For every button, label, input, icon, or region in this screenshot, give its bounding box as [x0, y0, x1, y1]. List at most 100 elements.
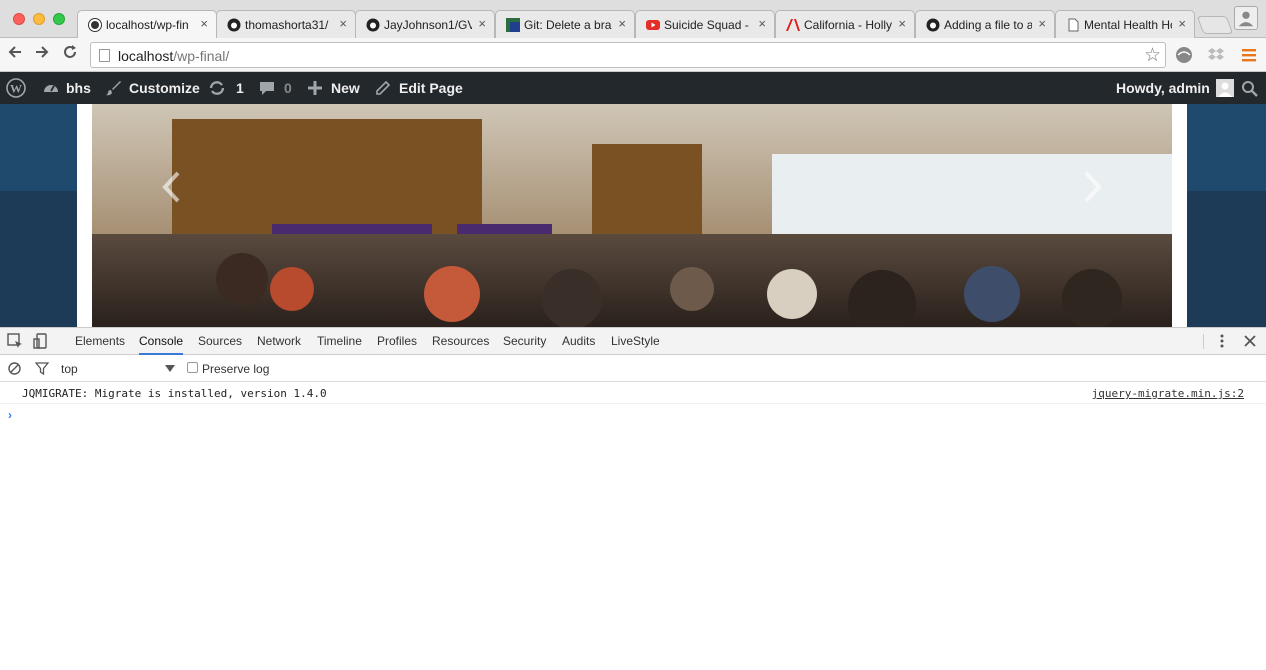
tab-close-icon[interactable]: ×	[339, 16, 347, 31]
arrow-left-icon	[8, 46, 21, 58]
browser-tab-4[interactable]: Git: Delete a bra ×	[495, 10, 635, 38]
devtools-tab-security[interactable]: Security	[503, 328, 546, 355]
adobe-icon	[786, 19, 800, 31]
browser-tab-1[interactable]: localhost/wp-fin ×	[77, 10, 217, 39]
window-minimize-button[interactable]	[33, 13, 45, 25]
inspect-element-icon[interactable]	[7, 333, 23, 349]
devtools-tab-profiles[interactable]: Profiles	[377, 328, 417, 355]
svg-text:W: W	[10, 82, 22, 96]
carousel-prev-button[interactable]	[160, 170, 182, 213]
person-icon	[1238, 11, 1254, 27]
paintbrush-icon	[106, 81, 121, 96]
devtools-tab-timeline[interactable]: Timeline	[317, 328, 362, 355]
browser-tab-8[interactable]: Mental Health Ho ×	[1055, 10, 1195, 38]
new-content-menu[interactable]: New	[307, 72, 360, 104]
devtools-tab-audits[interactable]: Audits	[562, 328, 595, 355]
reload-button[interactable]	[62, 44, 78, 65]
extension-globe-icon[interactable]	[1175, 46, 1193, 64]
devtools-tab-console[interactable]: Console	[139, 328, 184, 355]
new-tab-button[interactable]	[1196, 16, 1234, 34]
comments-link[interactable]: 0	[258, 72, 292, 104]
window-maximize-button[interactable]	[53, 13, 65, 25]
menu-icon[interactable]	[1240, 46, 1258, 64]
tab-close-icon[interactable]: ×	[200, 16, 208, 31]
filter-funnel-icon[interactable]	[35, 362, 49, 375]
tab-close-icon[interactable]: ×	[1038, 16, 1046, 31]
console-prompt[interactable]: ›	[8, 408, 12, 422]
devtools-tab-resources[interactable]: Resources	[432, 328, 489, 355]
carousel-next-button[interactable]	[1082, 170, 1104, 213]
browser-tab-6[interactable]: California - Holly ×	[775, 10, 915, 38]
tab-close-icon[interactable]: ×	[478, 16, 486, 31]
new-label: New	[331, 80, 360, 96]
dropdown-triangle-icon[interactable]	[165, 365, 175, 372]
dropbox-icon[interactable]	[1207, 46, 1225, 64]
devtools-tab-network[interactable]: Network	[257, 328, 301, 355]
browser-tab-2[interactable]: thomashorta31/ ×	[216, 10, 356, 38]
wp-logo-menu[interactable]: W	[6, 72, 26, 104]
context-select[interactable]: top	[61, 362, 78, 376]
page-icon	[1068, 18, 1079, 32]
console-message: JQMIGRATE: Migrate is installed, version…	[0, 382, 1266, 404]
devtools-tab-livestyle[interactable]: LiveStyle	[611, 328, 660, 355]
my-account-menu[interactable]: Howdy, admin	[1116, 72, 1234, 104]
comments-count: 0	[284, 80, 292, 96]
tab-title: Suicide Squad -	[664, 18, 749, 32]
arrow-right-icon	[36, 46, 49, 58]
tab-close-icon[interactable]: ×	[898, 16, 906, 31]
updates-count: 1	[236, 80, 244, 96]
browser-tab-strip: localhost/wp-fin × thomashorta31/ × JayJ…	[0, 0, 1266, 39]
address-bar[interactable]: localhost/wp-final/ ☆	[90, 42, 1166, 68]
close-devtools-icon[interactable]	[1242, 333, 1258, 349]
wordpress-logo-icon: W	[6, 78, 26, 98]
devtools-tab-sources[interactable]: Sources	[198, 328, 242, 355]
browser-tab-5[interactable]: Suicide Squad - ×	[635, 10, 775, 38]
console-message-source-link[interactable]: jquery-migrate.min.js:2	[1092, 387, 1244, 400]
github-icon	[366, 18, 380, 32]
github-icon	[926, 18, 940, 32]
youtube-icon	[646, 20, 660, 30]
page-icon	[99, 49, 110, 62]
preserve-log-checkbox[interactable]	[187, 362, 198, 373]
customize-link[interactable]: Customize	[105, 72, 200, 104]
edit-page-link[interactable]: Edit Page	[375, 72, 463, 104]
more-options-icon[interactable]	[1214, 333, 1230, 349]
wordpress-icon	[88, 18, 102, 32]
admin-bar-search[interactable]	[1241, 72, 1258, 104]
wp-admin-bar: W bhs Customize 1 0 New Edit Page Howdy,…	[0, 72, 1266, 104]
tab-title: Git: Delete a bra	[524, 18, 612, 32]
url-host: localhost	[118, 48, 174, 64]
updates-refresh-icon	[209, 81, 225, 95]
plus-icon	[308, 81, 322, 95]
address-url[interactable]: localhost/wp-final/	[118, 48, 229, 64]
devtools-tab-bar: Elements Console Sources Network Timelin…	[0, 328, 1266, 355]
chevron-right-icon	[1084, 171, 1102, 203]
tab-close-icon[interactable]: ×	[758, 16, 766, 31]
tab-close-icon[interactable]: ×	[618, 16, 626, 31]
browser-toolbar: localhost/wp-final/ ☆	[0, 38, 1266, 72]
chevron-left-icon	[162, 171, 180, 203]
tab-close-icon[interactable]: ×	[1178, 16, 1186, 31]
tab-title: California - Holly	[804, 18, 892, 32]
updates-link[interactable]: 1	[208, 72, 244, 104]
window-close-button[interactable]	[13, 13, 25, 25]
forward-button[interactable]	[34, 44, 50, 65]
browser-tab-3[interactable]: JayJohnson1/GV ×	[355, 10, 495, 38]
console-message-text: JQMIGRATE: Migrate is installed, version…	[22, 387, 327, 400]
tab-title: JayJohnson1/GV	[384, 18, 472, 32]
devtools-tab-elements[interactable]: Elements	[75, 328, 125, 355]
customize-label: Customize	[129, 80, 200, 96]
github-icon	[227, 18, 241, 32]
site-name-menu[interactable]: bhs	[42, 72, 91, 104]
device-mode-icon[interactable]	[33, 333, 49, 349]
browser-tab-7[interactable]: Adding a file to a ×	[915, 10, 1055, 38]
tab-title: Adding a file to a	[944, 18, 1032, 32]
avatar	[1215, 79, 1234, 97]
profile-button[interactable]	[1234, 6, 1258, 30]
howdy-label: Howdy, admin	[1116, 80, 1210, 96]
bookmark-star-icon[interactable]: ☆	[1144, 44, 1161, 67]
reload-icon	[64, 45, 76, 58]
clear-console-icon[interactable]	[8, 362, 21, 375]
back-button[interactable]	[7, 44, 23, 65]
search-icon	[1242, 80, 1258, 97]
